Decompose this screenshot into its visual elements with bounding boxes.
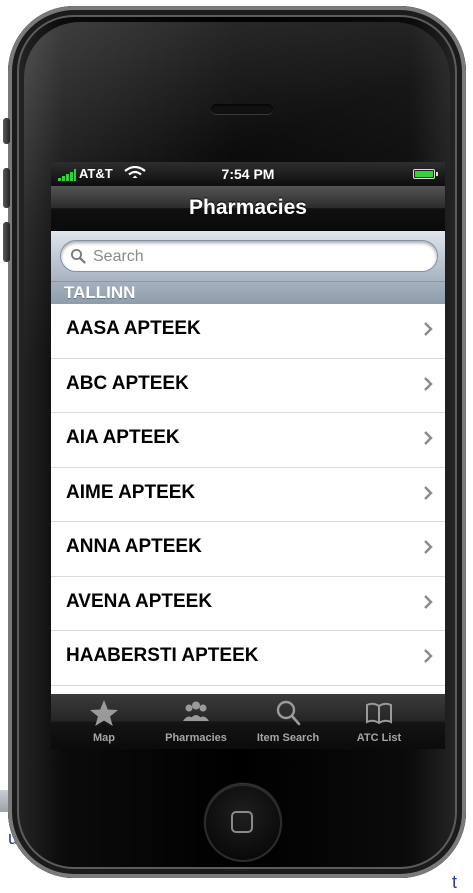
list-item[interactable]: ABC APTEEK [51,358,445,413]
search-bar [51,231,445,282]
tab-label: Map [93,732,115,744]
tab-label: ATC List [356,732,402,744]
chevron-right-icon [424,485,433,500]
background-text-fragment-right: t [452,872,458,892]
volume-up-button[interactable] [3,168,10,208]
page-title: Pharmacies [189,196,307,219]
phone-screen: AT&T 7:54 PM Pharmacies TALLINN AASA APT… [51,162,445,749]
earpiece-speaker [211,104,273,114]
tab-atc-list[interactable]: ATC List [335,694,423,749]
tab-label: Item Search [256,732,320,744]
volume-down-button[interactable] [3,222,10,262]
search-field[interactable] [60,240,438,272]
chevron-right-icon [424,376,433,391]
star-icon [90,700,118,726]
magnifier-icon [276,700,301,726]
chevron-right-icon [424,322,433,336]
pharmacy-list: AASA APTEEK ABC APTEEK AIA APTEEK AIME A… [51,304,445,686]
mute-switch[interactable] [3,118,10,144]
search-icon [71,249,86,264]
status-time: 7:54 PM [221,166,275,182]
tab-bar: Map Pharmacies Item Search ATC List [51,694,445,749]
tab-label: Pharmacies [165,732,227,744]
list-item-label: AVENA APTEEK [66,590,213,612]
tab-map[interactable]: Map [60,694,148,749]
list-item-label: AIME APTEEK [66,481,196,503]
status-bar: AT&T 7:54 PM [51,162,445,186]
chevron-right-icon [424,431,433,445]
list-item-label: ANNA APTEEK [66,536,202,557]
list-item-label: AASA APTEEK [66,318,201,339]
list-item[interactable]: ANNA APTEEK [51,522,445,577]
section-header: TALLINN [51,282,445,304]
list-item[interactable]: HAABERSTI APTEEK [51,631,445,686]
tab-item-search[interactable]: Item Search [244,694,332,749]
navigation-bar: Pharmacies [51,186,445,231]
chevron-right-icon [424,540,433,554]
chevron-right-icon [424,594,433,609]
home-button[interactable] [204,784,282,862]
list-item-label: HAABERSTI APTEEK [66,645,259,666]
book-icon [366,702,392,725]
section-header-label: TALLINN [64,283,136,302]
list-item[interactable]: AASA APTEEK [51,304,445,359]
list-item-label: AIA APTEEK [66,427,180,448]
list-item[interactable]: AIME APTEEK [51,467,445,522]
chevron-right-icon [424,649,433,663]
people-icon [183,701,209,721]
tab-pharmacies[interactable]: Pharmacies [152,694,240,749]
list-item[interactable]: AVENA APTEEK [51,576,445,631]
home-square-icon [231,811,253,833]
list-item-label: ABC APTEEK [66,372,189,394]
search-input[interactable] [91,245,425,269]
battery-icon [413,169,438,179]
list-item[interactable]: AIA APTEEK [51,413,445,468]
